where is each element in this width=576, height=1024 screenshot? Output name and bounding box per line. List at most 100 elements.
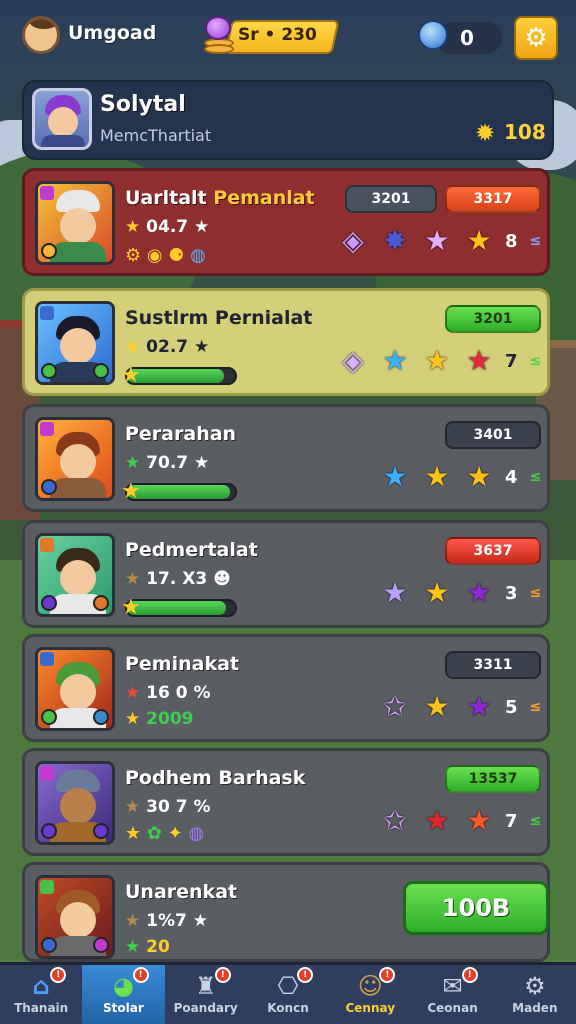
star-icon: ★	[382, 576, 408, 609]
star-icon: ★	[125, 937, 141, 957]
stat-badge: 3317	[445, 185, 541, 213]
star-row: ★ ★ ★ ★ 3 ≤	[335, 575, 541, 611]
character-name: Pedmertalat	[125, 539, 258, 561]
profile-header: Solytal MemcThartiat ✹ 108	[22, 80, 554, 160]
nav-item-cennay[interactable]: ☺ Cennay !	[329, 965, 411, 1024]
star-icon: ✸	[383, 224, 407, 257]
nav-item-ceonan[interactable]: ✉ Ceonan !	[411, 965, 493, 1024]
progress-bar	[125, 599, 237, 617]
star-count: 4	[505, 466, 518, 488]
username: Umgoad	[68, 22, 157, 44]
home-icon: ⌂	[32, 972, 50, 1000]
progress-bar	[125, 483, 237, 501]
profile-avatar[interactable]	[32, 88, 92, 150]
star-icon: ◈	[342, 224, 364, 257]
team-icon: ♜	[194, 972, 217, 1000]
character-name: Perarahan	[125, 423, 237, 445]
character-portrait	[35, 301, 115, 385]
resource-icons: ⚙ ◉ ⚈ ◍	[125, 245, 206, 266]
trend-icon: ≤	[529, 353, 542, 369]
gear-icon: ⚙	[524, 23, 548, 53]
character-card[interactable]: Sustlrm Pernialat ★ 02.7 ★ ★ 3201 ◈ ★ ★ …	[22, 288, 550, 396]
star-icon: ★	[125, 683, 141, 703]
top-bar: Umgoad Sr • 230 0 ⚙	[0, 0, 576, 72]
trend-icon: ≤	[529, 813, 542, 829]
star-icon: ★	[121, 595, 141, 620]
stat-badge: 13537	[445, 765, 541, 793]
claim-button[interactable]: 100B	[403, 881, 549, 935]
star-icon: ★	[466, 224, 492, 257]
star-icon: ★	[424, 344, 450, 377]
character-stat: ★ 17. X3 ☻	[125, 569, 231, 589]
character-card[interactable]: Unarenkat ★ 1%7 ★ ★ 20 100B	[22, 862, 550, 962]
star-icon: ★	[424, 804, 450, 837]
star-icon: ★	[125, 911, 141, 931]
character-card[interactable]: Uarltalt Pemanlat ★ 04.7 ★ ⚙ ◉ ⚈ ◍ 3201 …	[22, 168, 550, 276]
trend-icon: ≤	[529, 699, 542, 715]
character-stat: ★ 02.7 ★	[125, 337, 210, 357]
star-icon: ★	[466, 804, 492, 837]
star-icon: ★	[121, 479, 141, 504]
character-name: Sustlrm Pernialat	[125, 307, 313, 329]
character-portrait	[35, 761, 115, 845]
player-avatar[interactable]	[22, 16, 60, 54]
character-name: Podhem Barhask	[125, 767, 306, 789]
stat-badge: 3401	[445, 421, 541, 449]
star-count: 3	[505, 582, 518, 604]
star-row: ★ ✩ ★ ★ 7 ≤	[335, 803, 541, 839]
trend-icon: ≤	[529, 233, 542, 249]
star-row: ◈ ★ ★ ★ 7 ≤	[335, 343, 541, 379]
progress-fill	[127, 601, 227, 615]
profile-score: 108	[504, 120, 546, 144]
star-icon: ✩	[383, 690, 407, 723]
star-icon: ◈	[342, 344, 364, 377]
character-stat: ★ 04.7 ★	[125, 217, 210, 237]
star-count: 5	[505, 696, 518, 718]
stat-badge: 3201	[445, 305, 541, 333]
star-icon: ✩	[383, 804, 407, 837]
character-stat: ★ 30 7 %	[125, 797, 211, 817]
character-stat: ★ 70.7 ★	[125, 453, 210, 473]
settings-button[interactable]: ⚙	[514, 16, 558, 60]
star-icon: ★	[466, 690, 492, 723]
stat-badge: 3311	[445, 651, 541, 679]
star-icon: ★	[424, 690, 450, 723]
stat-badge: 3201	[345, 185, 437, 213]
character-card[interactable]: Peminakat ★ 16 0 % ★ 2009 3311 ★ ✩ ★ ★ 5…	[22, 634, 550, 742]
star-count: 8	[505, 230, 518, 252]
notification-badge: !	[132, 967, 149, 983]
shop-icon: ⎔	[277, 972, 299, 1000]
notification-badge: !	[297, 967, 314, 983]
orb-count: 0	[460, 26, 474, 50]
notification-badge: !	[214, 967, 231, 983]
character-portrait	[35, 875, 115, 959]
gear-coin-icon: ✹	[474, 119, 496, 147]
star-count: 7	[505, 350, 518, 372]
star-icon: ★	[382, 460, 408, 493]
nav-item-home[interactable]: ⌂ Thanain !	[0, 965, 82, 1024]
star-icon: ★	[125, 217, 141, 237]
pet-icon: ☺	[357, 972, 383, 1000]
gear-icon: ⚙	[524, 972, 546, 1000]
progress-fill	[127, 485, 230, 499]
star-icon: ★	[125, 337, 141, 357]
trend-icon: ≤	[529, 585, 542, 601]
star-count: 7	[505, 810, 518, 832]
star-icon: ★	[424, 576, 450, 609]
nav-item-maden[interactable]: ⚙ Maden	[494, 965, 576, 1024]
nav-item-poandary[interactable]: ♜ Poandary !	[165, 965, 247, 1024]
currency-amount: Sr • 230	[238, 25, 317, 45]
character-card[interactable]: Perarahan ★ 70.7 ★ ★ 3401 ★ ★ ★ ★ 4 ≤	[22, 404, 550, 512]
gem-coin-icon	[202, 16, 236, 56]
profile-subtitle: MemcThartiat	[100, 126, 212, 145]
star-icon: ★	[121, 363, 141, 388]
star-icon: ★	[125, 709, 141, 729]
star-icon: ★	[125, 569, 141, 589]
nav-item-koncn[interactable]: ⎔ Koncn !	[247, 965, 329, 1024]
trend-icon: ≤	[529, 469, 542, 485]
nav-item-stolar[interactable]: ◕ Stolar !	[82, 965, 165, 1024]
character-name: Peminakat	[125, 653, 240, 675]
character-card[interactable]: Podhem Barhask ★ 30 7 % ★ ✿ ✦ ◍ 13537 ★ …	[22, 748, 550, 856]
character-card[interactable]: Pedmertalat ★ 17. X3 ☻ ★ 3637 ★ ★ ★ ★ 3 …	[22, 520, 550, 628]
orb-icon	[418, 20, 448, 50]
